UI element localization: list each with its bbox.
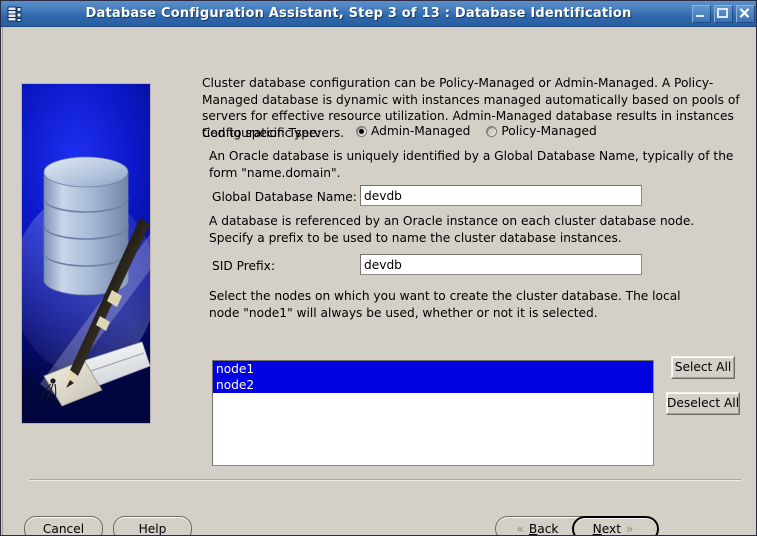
chevron-left-icon: « bbox=[516, 522, 524, 536]
dbca-window: Database Configuration Assistant, Step 3… bbox=[0, 0, 757, 536]
minimize-icon[interactable] bbox=[692, 4, 711, 23]
back-button[interactable]: « Back bbox=[495, 516, 575, 536]
radio-policy-managed[interactable]: Policy-Managed bbox=[486, 124, 597, 138]
help-button[interactable]: Help bbox=[113, 516, 192, 535]
configuration-type-radio-group[interactable]: Admin-Managed Policy-Managed bbox=[356, 124, 613, 138]
title-bar[interactable]: Database Configuration Assistant, Step 3… bbox=[1, 1, 756, 27]
sid-prefix-input[interactable] bbox=[360, 254, 642, 275]
footer-separator bbox=[29, 479, 741, 481]
next-button-label: Next bbox=[592, 522, 622, 536]
sid-prefix-label: SID Prefix: bbox=[212, 259, 275, 273]
client-area: Cluster database configuration can be Po… bbox=[2, 27, 756, 536]
maximize-icon[interactable] bbox=[714, 4, 733, 23]
back-button-label: Back bbox=[528, 522, 559, 536]
nodes-description: Select the nodes on which you want to cr… bbox=[209, 289, 681, 320]
radio-admin-managed-label: Admin-Managed bbox=[371, 124, 471, 138]
radio-admin-managed-icon bbox=[356, 125, 367, 137]
list-item[interactable]: node1 bbox=[213, 361, 653, 377]
database-list-icon bbox=[5, 4, 25, 24]
radio-policy-managed-icon bbox=[486, 125, 498, 137]
configuration-type-label: Configuration Type: bbox=[202, 126, 321, 140]
radio-admin-managed[interactable]: Admin-Managed bbox=[356, 124, 470, 138]
navigation-button-group: « Back Next » bbox=[495, 516, 659, 536]
deselect-all-button[interactable]: Deselect All bbox=[666, 392, 740, 415]
global-db-label: Global Database Name: bbox=[212, 190, 357, 204]
window-title: Database Configuration Assistant, Step 3… bbox=[85, 6, 632, 21]
global-db-input[interactable] bbox=[360, 185, 642, 206]
radio-policy-managed-label: Policy-Managed bbox=[501, 124, 597, 138]
global-db-description: An Oracle database is uniquely identifie… bbox=[209, 149, 734, 180]
sid-prefix-description: A database is referenced by an Oracle in… bbox=[209, 214, 695, 245]
node-list[interactable]: node1 node2 bbox=[212, 360, 654, 466]
list-item[interactable]: node2 bbox=[213, 377, 653, 393]
close-icon[interactable] bbox=[736, 4, 755, 23]
database-and-pen-illustration bbox=[21, 83, 151, 424]
cancel-button[interactable]: Cancel bbox=[24, 516, 103, 535]
select-all-button[interactable]: Select All bbox=[671, 356, 735, 379]
next-button[interactable]: Next » bbox=[572, 516, 659, 536]
chevron-right-icon: » bbox=[626, 522, 634, 536]
